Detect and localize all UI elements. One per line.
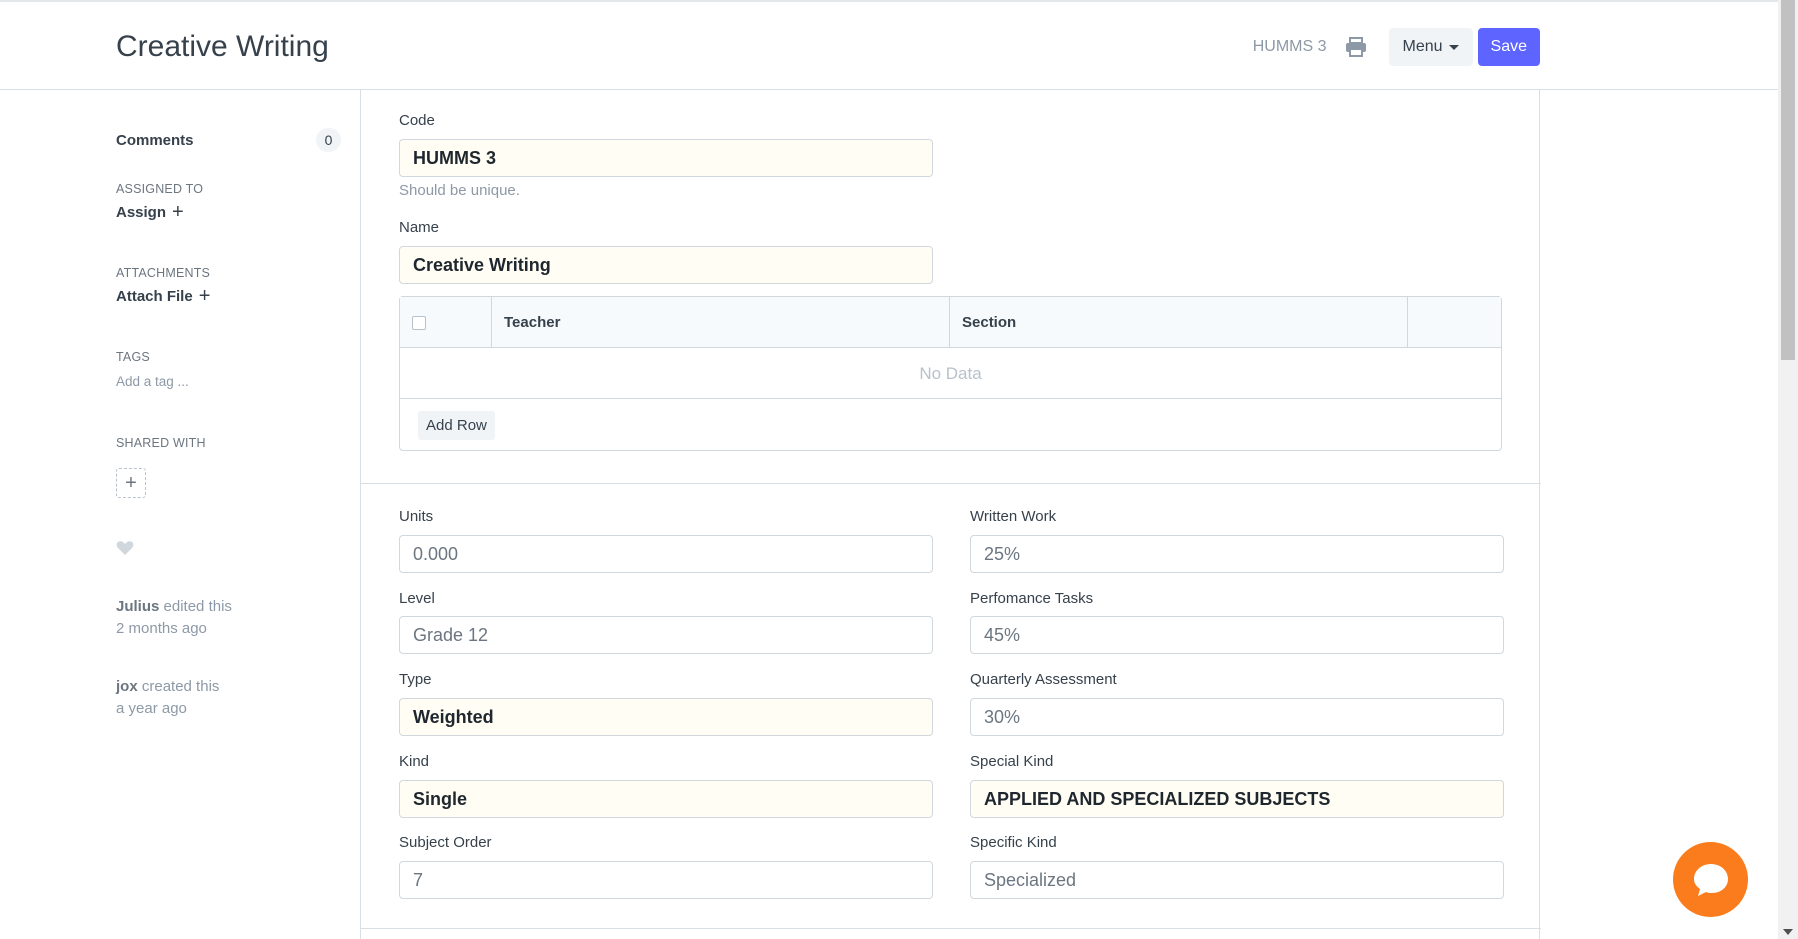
performance-tasks-label: Perfomance Tasks: [970, 590, 1094, 607]
activity-time: a year ago: [116, 700, 187, 717]
chat-widget-button[interactable]: [1673, 842, 1748, 917]
code-label: Code: [399, 112, 435, 129]
comments-count-badge: 0: [316, 128, 341, 152]
save-button[interactable]: Save: [1477, 28, 1540, 66]
heart-icon[interactable]: [116, 540, 134, 556]
units-label: Units: [399, 508, 434, 525]
comments-link[interactable]: Comments 0: [116, 128, 341, 152]
assign-button[interactable]: Assign +: [116, 202, 184, 222]
form-layout: Code HUMMS 3 Should be unique. Name Crea…: [360, 90, 1541, 939]
column-header-section: Section: [950, 297, 1408, 348]
empty-table-message: No Data: [400, 349, 1501, 399]
document-code-indicator: HUMMS 3: [1252, 38, 1327, 55]
attach-file-button[interactable]: Attach File +: [116, 286, 210, 306]
type-label: Type: [399, 671, 432, 688]
activity-user[interactable]: jox: [116, 678, 138, 695]
select-all-checkbox[interactable]: [412, 315, 426, 330]
teacher-section-table: Teacher Section No Data Add Row: [399, 296, 1502, 451]
activity-action: edited this: [163, 598, 232, 615]
menu-button-label: Menu: [1402, 38, 1443, 55]
units-field[interactable]: 0.000: [399, 535, 933, 573]
code-help-text: Should be unique.: [399, 182, 520, 199]
name-label: Name: [399, 219, 440, 236]
add-tag-input[interactable]: Add a tag ...: [116, 374, 189, 389]
table-header: Teacher Section: [400, 297, 1501, 348]
subject-order-label: Subject Order: [399, 834, 492, 851]
plus-icon: +: [125, 471, 137, 494]
code-field[interactable]: HUMMS 3: [399, 139, 933, 177]
activity-item: Julius edited this 2 months ago: [116, 596, 232, 640]
performance-tasks-field[interactable]: 45%: [970, 616, 1504, 654]
page-header: Creative Writing HUMMS 3 Menu Save: [0, 0, 1778, 90]
level-label: Level: [399, 590, 435, 607]
chat-bubble-icon: [1693, 863, 1728, 896]
add-share-button[interactable]: +: [116, 468, 146, 498]
type-field[interactable]: Weighted: [399, 698, 933, 736]
activity-action: created this: [141, 678, 220, 695]
plus-icon: +: [172, 201, 184, 223]
page-scrollbar[interactable]: [1778, 0, 1798, 939]
printer-icon[interactable]: [1345, 37, 1367, 57]
special-kind-field[interactable]: APPLIED AND SPECIALIZED SUBJECTS: [970, 780, 1504, 818]
tags-label: TAGS: [116, 350, 150, 364]
specific-kind-label: Specific Kind: [970, 834, 1057, 851]
select-all-cell: [400, 297, 492, 348]
name-field[interactable]: Creative Writing: [399, 246, 933, 284]
specific-kind-field[interactable]: Specialized: [970, 861, 1504, 899]
section-divider: [361, 928, 1541, 929]
scrollbar-thumb[interactable]: [1781, 0, 1795, 360]
menu-button[interactable]: Menu: [1388, 28, 1473, 66]
attachments-label: ATTACHMENTS: [116, 266, 211, 280]
special-kind-label: Special Kind: [970, 753, 1054, 770]
assign-label: Assign: [116, 203, 167, 221]
level-field[interactable]: Grade 12: [399, 616, 933, 654]
page-title: Creative Writing: [116, 30, 329, 63]
activity-time: 2 months ago: [116, 620, 207, 637]
header-actions: HUMMS 3 Menu Save: [1253, 28, 1540, 66]
section-divider: [361, 483, 1541, 484]
assigned-to-label: ASSIGNED TO: [116, 182, 204, 196]
kind-field[interactable]: Single: [399, 780, 933, 818]
written-work-label: Written Work: [970, 508, 1057, 525]
written-work-field[interactable]: 25%: [970, 535, 1504, 573]
activity-item: jox created this a year ago: [116, 676, 219, 720]
quarterly-assessment-field[interactable]: 30%: [970, 698, 1504, 736]
plus-icon: +: [198, 285, 211, 307]
column-header-teacher: Teacher: [492, 297, 950, 348]
attach-file-label: Attach File: [116, 287, 193, 305]
caret-down-icon: [1448, 44, 1459, 50]
shared-with-label: SHARED WITH: [116, 436, 206, 450]
add-row-button[interactable]: Add Row: [418, 411, 495, 440]
subject-order-field[interactable]: 7: [399, 861, 933, 899]
activity-user[interactable]: Julius: [116, 598, 159, 615]
quarterly-assessment-label: Quarterly Assessment: [970, 671, 1117, 688]
comments-label: Comments: [116, 131, 194, 149]
scroll-down-arrow-icon[interactable]: [1783, 929, 1793, 935]
kind-label: Kind: [399, 753, 430, 770]
